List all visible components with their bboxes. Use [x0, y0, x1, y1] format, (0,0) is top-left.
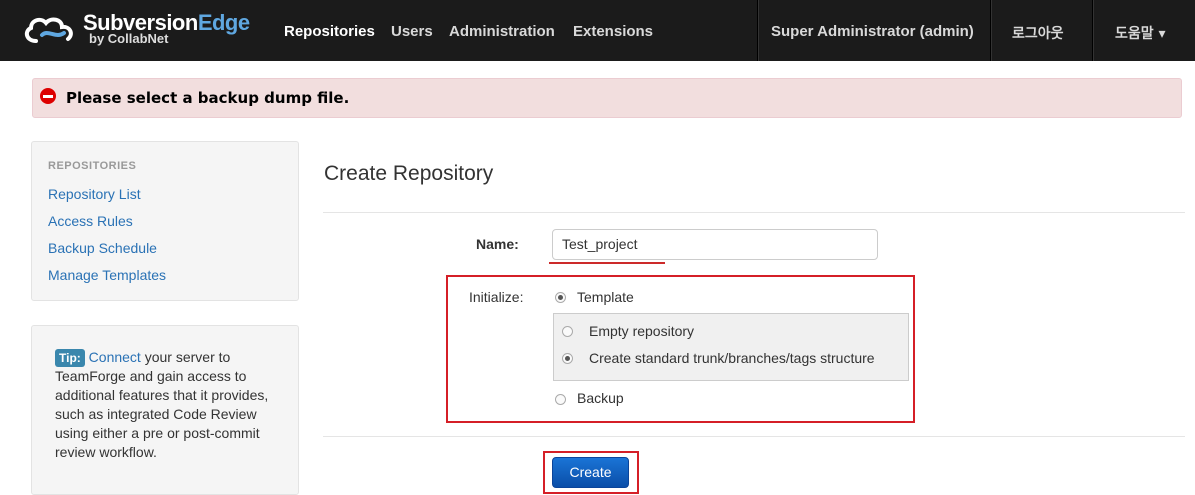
name-label: Name:: [476, 236, 519, 252]
brand-subtitle: by CollabNet: [89, 31, 169, 46]
connect-link[interactable]: Connect: [89, 349, 141, 365]
nav-extensions[interactable]: Extensions: [573, 23, 653, 40]
top-navbar: SubversionEdge by CollabNet Repositories…: [0, 0, 1195, 61]
standard-structure-radio[interactable]: [562, 353, 573, 364]
empty-repository-radio[interactable]: [562, 326, 573, 337]
page-title: Create Repository: [324, 162, 494, 185]
tip-box: Tip: Connect your server to TeamForge an…: [31, 325, 299, 495]
template-label: Template: [577, 289, 634, 305]
highlight-underline: [549, 262, 665, 264]
brand-logo[interactable]: SubversionEdge by CollabNet: [22, 8, 267, 52]
nav-users[interactable]: Users: [391, 23, 433, 40]
nav-divider: [990, 0, 992, 61]
sidebar-heading: REPOSITORIES: [48, 160, 137, 172]
cloud-logo-icon: [24, 17, 73, 43]
template-radio[interactable]: [555, 292, 566, 303]
standard-structure-label: Create standard trunk/branches/tags stru…: [589, 350, 875, 366]
empty-repository-label: Empty repository: [589, 323, 695, 339]
nav-user-menu[interactable]: Super Administrator (admin): [771, 23, 974, 40]
nav-help-dropdown[interactable]: 도움말 ▾: [1115, 23, 1166, 43]
tip-badge: Tip:: [55, 349, 85, 367]
nav-repositories[interactable]: Repositories: [284, 23, 375, 40]
nav-divider: [757, 0, 759, 61]
divider: [323, 212, 1185, 213]
error-alert: Please select a backup dump file.: [32, 78, 1182, 118]
tip-text: your server to TeamForge and gain access…: [55, 349, 269, 460]
create-button[interactable]: Create: [552, 457, 629, 488]
tip-content: Tip: Connect your server to TeamForge an…: [55, 348, 285, 462]
sidebar-item-backup-schedule[interactable]: Backup Schedule: [48, 240, 157, 256]
name-input[interactable]: Test_project: [552, 229, 878, 260]
sidebar-nav: REPOSITORIES Repository List Access Rule…: [31, 141, 299, 301]
divider: [323, 436, 1185, 437]
backup-radio[interactable]: [555, 394, 566, 405]
sidebar-item-access-rules[interactable]: Access Rules: [48, 213, 133, 229]
initialize-label: Initialize:: [469, 289, 524, 305]
sidebar-item-manage-templates[interactable]: Manage Templates: [48, 267, 166, 283]
alert-message: Please select a backup dump file.: [66, 89, 350, 107]
error-stop-icon: [40, 88, 56, 104]
sidebar-item-repository-list[interactable]: Repository List: [48, 186, 141, 202]
nav-administration[interactable]: Administration: [449, 23, 555, 40]
nav-divider: [1092, 0, 1094, 61]
nav-logout[interactable]: 로그아웃: [1012, 23, 1064, 43]
backup-label: Backup: [577, 390, 624, 406]
